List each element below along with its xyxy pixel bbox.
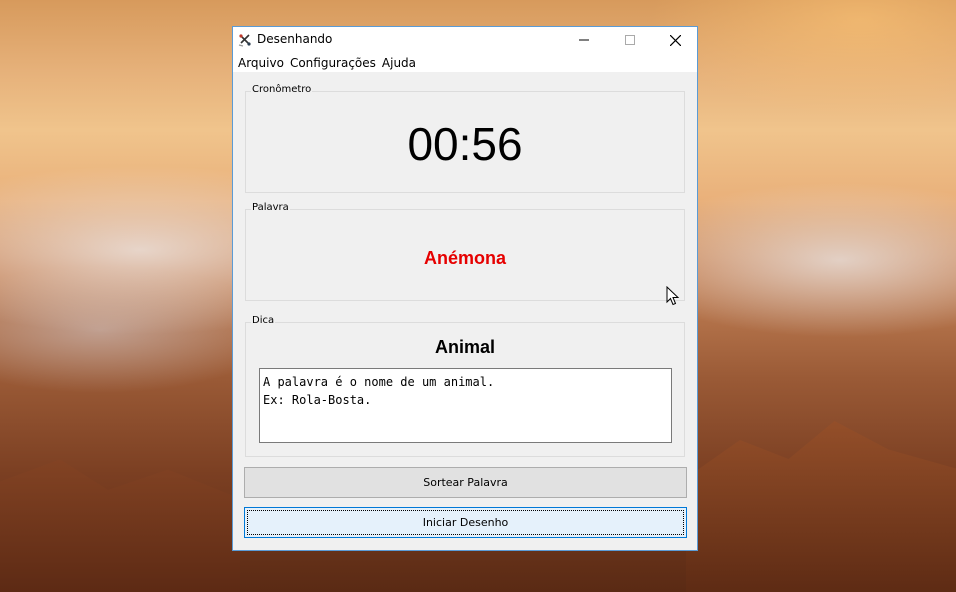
mouse-cursor-icon bbox=[666, 286, 680, 306]
hint-label: Dica bbox=[251, 315, 276, 326]
menu-arquivo[interactable]: Arquivo bbox=[235, 56, 287, 70]
desktop-wallpaper-mountain bbox=[686, 421, 956, 592]
title-bar[interactable]: Desenhando bbox=[233, 27, 697, 53]
word-label: Palavra bbox=[251, 202, 290, 213]
secret-word: Anémona bbox=[423, 248, 506, 268]
window-title: Desenhando bbox=[257, 32, 333, 46]
start-drawing-button[interactable]: Iniciar Desenho bbox=[244, 507, 687, 538]
maximize-icon bbox=[625, 35, 635, 45]
stopwatch-group: Cronômetro 00:56 bbox=[245, 84, 685, 193]
menu-bar: Arquivo Configurações Ajuda bbox=[233, 53, 697, 73]
maximize-button[interactable] bbox=[607, 27, 653, 53]
minimize-icon bbox=[579, 39, 589, 41]
start-drawing-button-label: Iniciar Desenho bbox=[422, 516, 509, 529]
minimize-button[interactable] bbox=[561, 27, 607, 53]
close-icon bbox=[669, 34, 681, 46]
app-window: Desenhando Arquivo Configurações Ajuda C… bbox=[232, 26, 698, 551]
stopwatch-label: Cronômetro bbox=[251, 84, 313, 95]
stopwatch-time: 00:56 bbox=[407, 118, 523, 170]
draw-word-button[interactable]: Sortear Palavra bbox=[244, 467, 687, 498]
desktop-wallpaper-mountain bbox=[0, 459, 240, 592]
hint-category: Animal bbox=[434, 337, 495, 357]
close-button[interactable] bbox=[652, 27, 698, 53]
menu-ajuda[interactable]: Ajuda bbox=[379, 56, 419, 70]
menu-configuracoes[interactable]: Configurações bbox=[287, 56, 379, 70]
app-icon bbox=[238, 33, 252, 47]
draw-word-button-label: Sortear Palavra bbox=[423, 476, 508, 489]
hint-textarea[interactable]: A palavra é o nome de um animal. Ex: Rol… bbox=[259, 368, 672, 443]
hint-group: Dica Animal A palavra é o nome de um ani… bbox=[245, 315, 685, 457]
word-group: Palavra Anémona bbox=[245, 202, 685, 301]
